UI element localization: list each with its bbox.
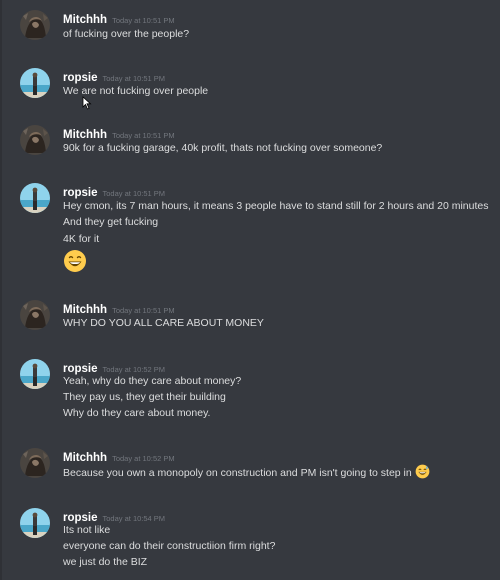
- timestamp: Today at 10:52 PM: [112, 454, 175, 463]
- message-header: Mitchhh Today at 10:51 PM: [63, 10, 175, 28]
- sweat-smile-emoji-icon: [415, 464, 430, 482]
- message-text: Yeah, why do they care about money?: [63, 375, 242, 387]
- timestamp: Today at 10:51 PM: [112, 16, 175, 25]
- avatar-mitchhh[interactable]: [20, 300, 50, 330]
- message-text: WHY DO YOU ALL CARE ABOUT MONEY: [63, 317, 264, 329]
- message-text: Its not like: [63, 524, 111, 536]
- message-text: we just do the BIZ: [63, 556, 148, 568]
- avatar-ropsie[interactable]: [20, 508, 50, 538]
- username[interactable]: ropsie: [63, 72, 98, 84]
- message-text-content: Because you own a monopoly on constructi…: [63, 467, 412, 479]
- timestamp: Today at 10:52 PM: [102, 365, 166, 374]
- username[interactable]: Mitchhh: [63, 14, 107, 26]
- message-text: Hey cmon, its 7 man hours, it means 3 pe…: [63, 200, 489, 212]
- message-text: They pay us, they get their building: [63, 391, 226, 403]
- avatar-mitchhh[interactable]: [20, 448, 50, 478]
- timestamp: Today at 10:51 PM: [112, 131, 175, 140]
- message-text: 4K for it: [63, 233, 100, 245]
- avatar-mitchhh[interactable]: [20, 125, 50, 155]
- timestamp: Today at 10:54 PM: [102, 514, 166, 523]
- message-header: ropsie Today at 10:51 PM: [63, 183, 165, 201]
- username[interactable]: ropsie: [63, 187, 98, 199]
- message-header: ropsie Today at 10:51 PM: [63, 68, 165, 86]
- message-text: of fucking over the people?: [63, 28, 190, 40]
- message-text: Why do they care about money.: [63, 407, 211, 419]
- message-text: Because you own a monopoly on constructi…: [63, 464, 430, 482]
- message-text: And they get fucking: [63, 216, 159, 228]
- avatar-ropsie[interactable]: [20, 183, 50, 213]
- timestamp: Today at 10:51 PM: [112, 306, 175, 315]
- avatar-mitchhh[interactable]: [20, 10, 50, 40]
- timestamp: Today at 10:51 PM: [102, 74, 166, 83]
- chat-message-list[interactable]: Mitchhh Today at 10:51 PM of fucking over…: [0, 0, 500, 580]
- message-header: Mitchhh Today at 10:51 PM: [63, 300, 175, 318]
- avatar-ropsie[interactable]: [20, 68, 50, 98]
- avatar-ropsie[interactable]: [20, 359, 50, 389]
- grinning-face-emoji-icon: [63, 249, 87, 278]
- username[interactable]: ropsie: [63, 512, 98, 524]
- message-text: everyone can do their constructiion firm…: [63, 540, 276, 552]
- username[interactable]: Mitchhh: [63, 452, 107, 464]
- username[interactable]: ropsie: [63, 363, 98, 375]
- message-text: 90k for a fucking garage, 40k profit, th…: [63, 142, 383, 154]
- username[interactable]: Mitchhh: [63, 129, 107, 141]
- message-header: Mitchhh Today at 10:51 PM: [63, 125, 175, 143]
- mouse-cursor-icon: [82, 96, 92, 115]
- timestamp: Today at 10:51 PM: [102, 189, 166, 198]
- chat-left-border: [0, 0, 2, 580]
- username[interactable]: Mitchhh: [63, 304, 107, 316]
